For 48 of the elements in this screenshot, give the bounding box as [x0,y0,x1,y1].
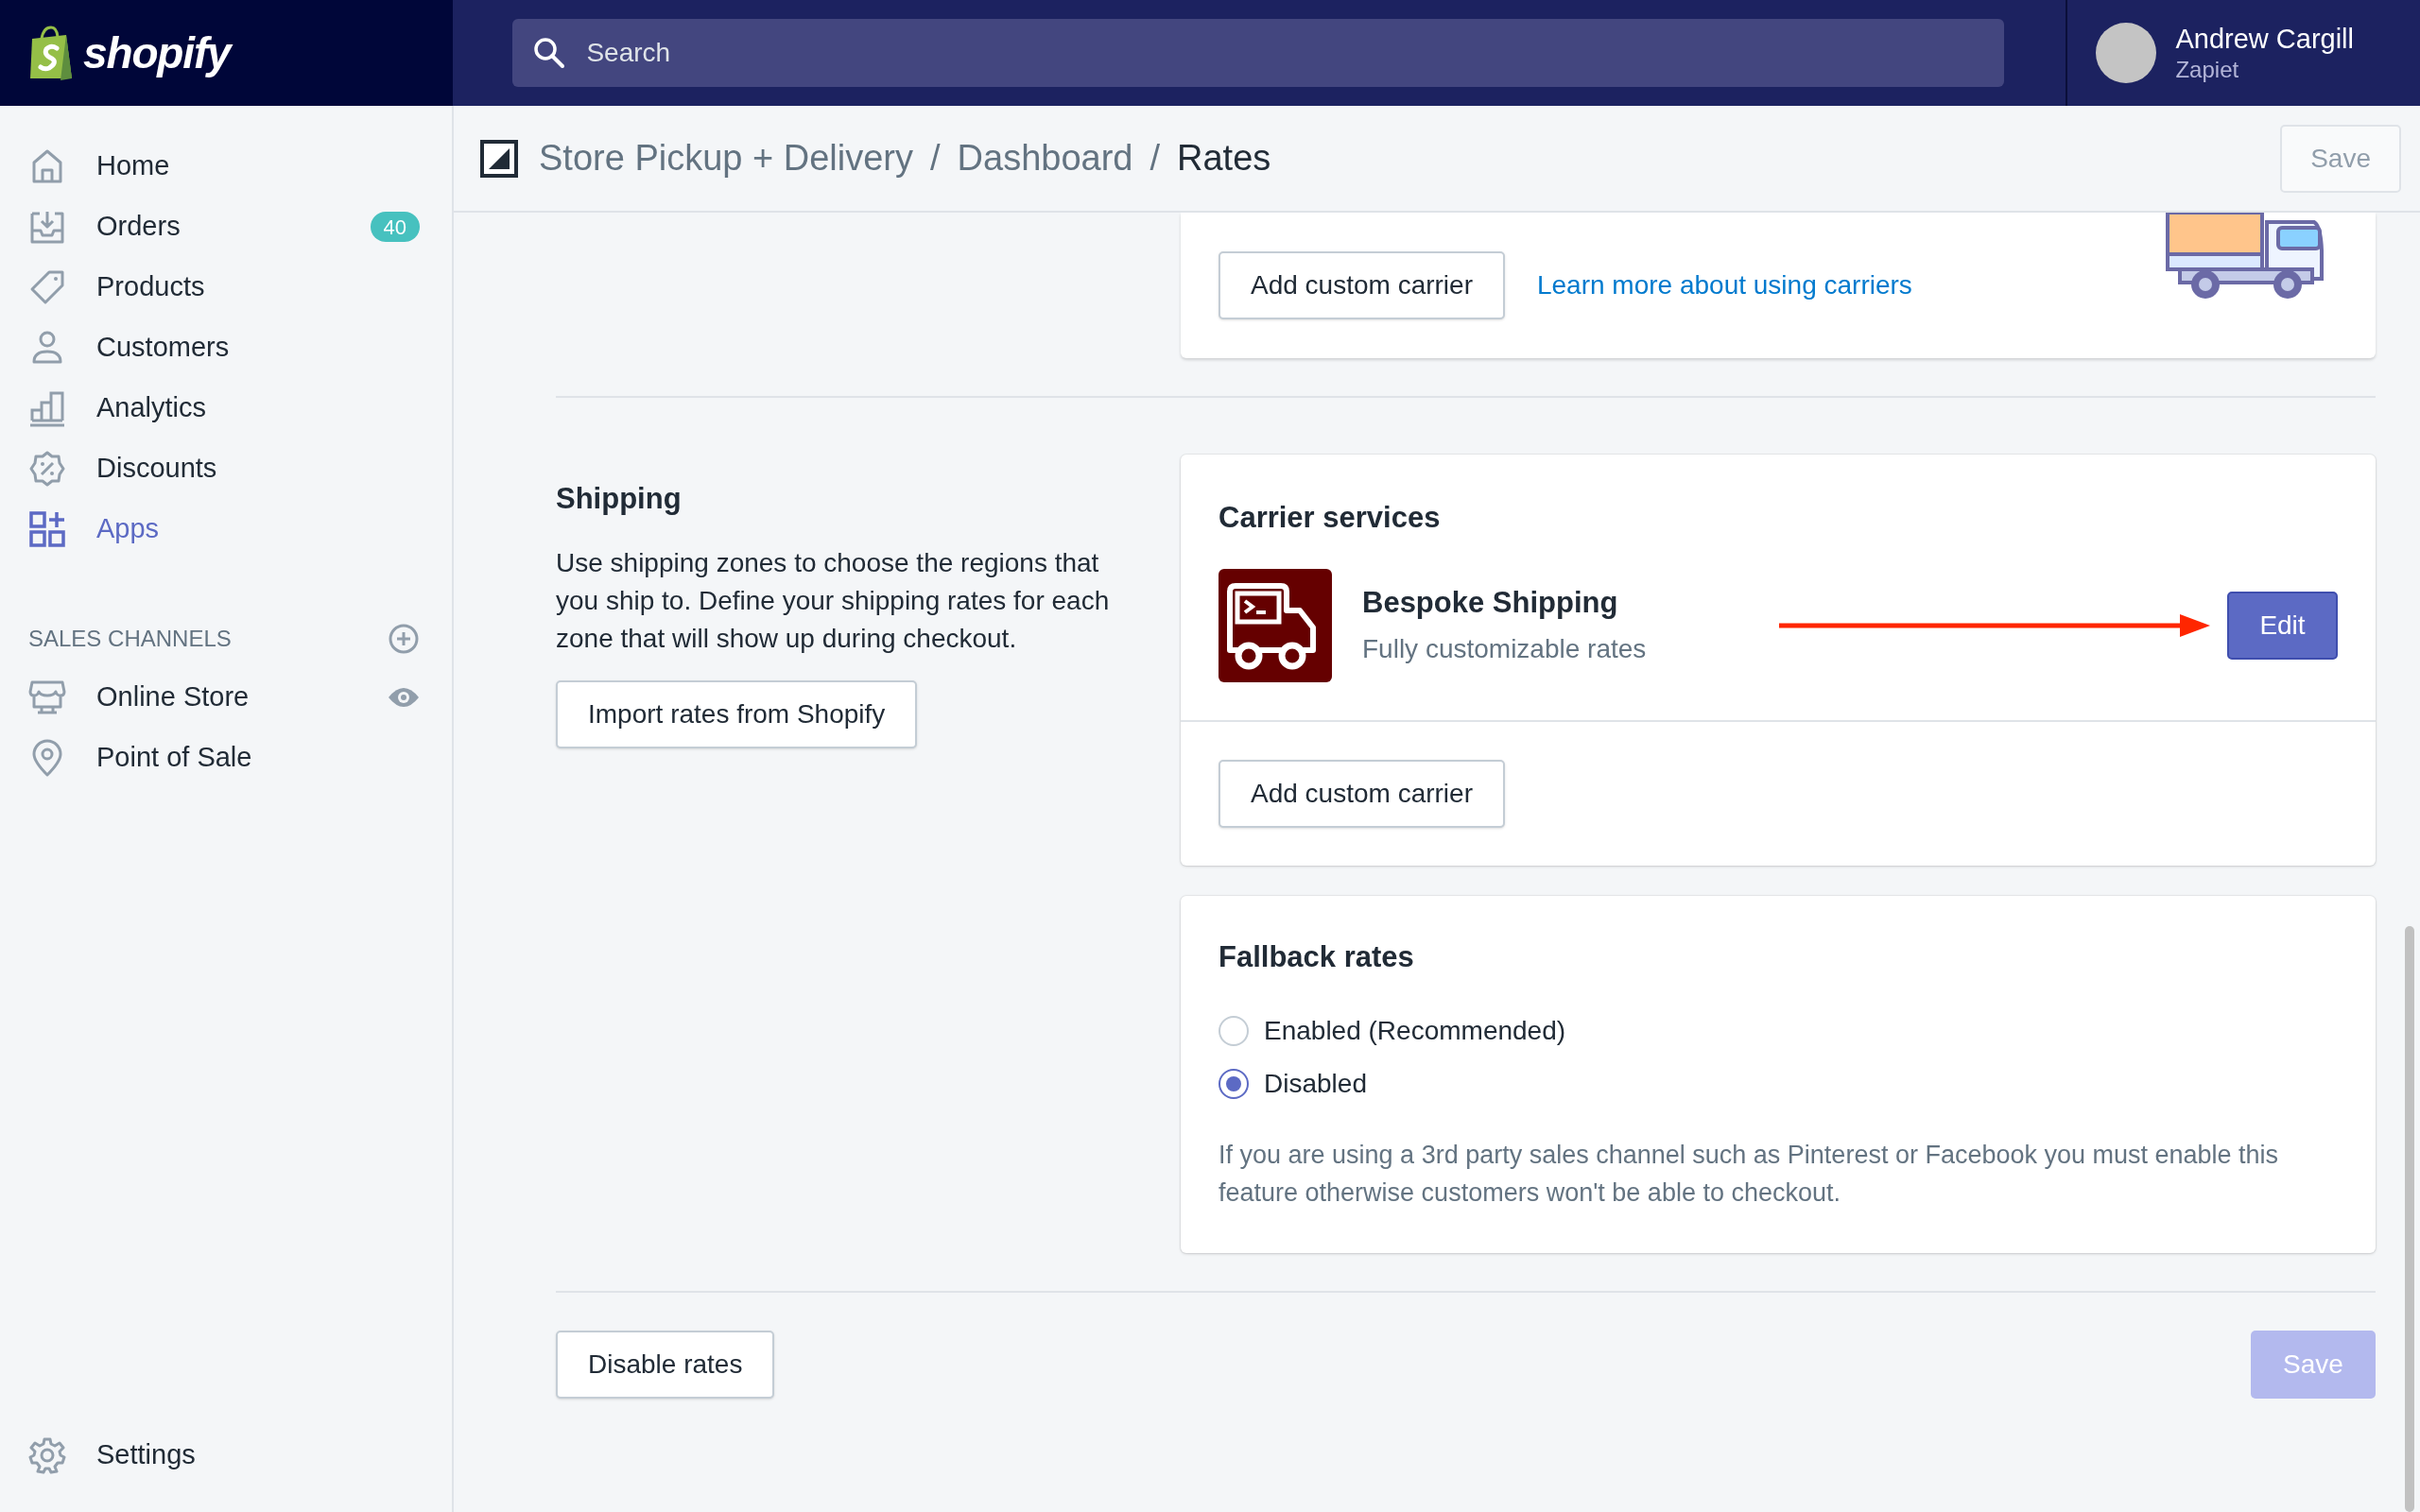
search-field[interactable]: Search [512,19,2005,87]
count-badge: 40 [370,212,420,242]
nav-item[interactable]: Apps [28,499,420,559]
card-title: Carrier services [1219,501,1441,534]
card-title: Fallback rates [1219,939,1414,973]
bar-chart-icon [28,389,66,427]
truck-icon [1219,568,1332,682]
nav-item[interactable]: Online Store [28,667,420,728]
section-description: Use shipping zones to choose the regions that you ship to. Define your shipping rates for each zone that will show up during checkout. [556,546,1111,655]
breadcrumb-separator: / [1150,137,1161,180]
section-heading: SALES CHANNELS [28,625,232,653]
nav-item[interactable]: Discounts [28,438,420,499]
breadcrumb-link[interactable]: Store Pickup + Delivery [539,131,913,185]
section-title: Shipping [556,481,682,517]
apps-icon [28,510,66,548]
scrollbar-thumb[interactable] [2405,926,2414,1512]
disable-rates-button[interactable]: Disable rates [556,1331,775,1399]
radio-option[interactable]: Disabled [1219,1066,2338,1102]
learn-more-link[interactable]: Learn more about using carriers [1536,266,1912,305]
tag-icon [28,268,66,306]
help-text: If you are using a 3rd party sales channel such as Pinterest or Facebook you must enable this feature otherwise customers won't be able to checkout. [1219,1140,2280,1209]
edit-button[interactable]: Edit [2227,591,2338,660]
nav-item[interactable]: Home [28,136,420,197]
page-title: Rates [1177,137,1271,180]
store-icon [28,679,66,716]
user-name: Andrew Cargill [2175,22,2354,56]
breadcrumb-link[interactable]: Dashboard [957,131,1133,185]
nav-item[interactable]: Customers [28,318,420,378]
nav-item[interactable]: Point of Sale [28,728,420,788]
store-name: Zapiet [2175,56,2240,85]
nav-item[interactable]: Analytics [28,378,420,438]
carrier-subtitle: Fully customizable rates [1362,632,1647,665]
add-carrier-button[interactable]: Add custom carrier [1219,759,1505,828]
radio-button[interactable] [1219,1069,1249,1099]
search-icon [533,37,566,69]
nav-item[interactable]: Settings [28,1425,420,1486]
add-carrier-button[interactable]: Add custom carrier [1219,251,1505,319]
discount-icon [28,450,66,488]
import-rates-button[interactable]: Import rates from Shopify [556,679,918,748]
nav-item[interactable]: Products [28,257,420,318]
radio-option[interactable]: Enabled (Recommended) [1219,1013,2338,1049]
app-logo-icon [480,139,518,178]
eye-icon[interactable] [388,686,420,709]
nav-item[interactable]: Orders 40 [28,197,420,257]
add-icon[interactable] [388,623,420,655]
carrier-name: Bespoke Shipping [1362,585,1619,622]
breadcrumb-separator: / [930,137,941,180]
settings-icon [28,1436,66,1474]
